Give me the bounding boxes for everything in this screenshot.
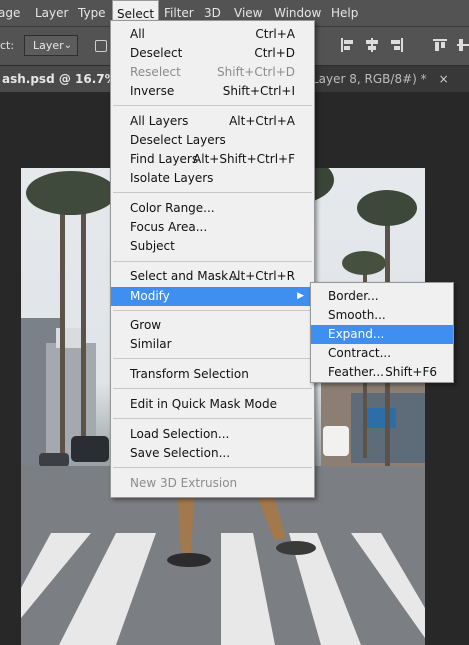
- menu-divider: [113, 358, 312, 359]
- submenu-item-contract[interactable]: Contract...: [311, 344, 453, 363]
- menu-item-shortcut: Shift+Ctrl+I: [222, 84, 295, 98]
- menu-item-label: Subject: [130, 239, 175, 253]
- menu-item-shortcut: Alt+Shift+Ctrl+F: [193, 152, 295, 166]
- menu-item-shortcut: Ctrl+D: [254, 46, 295, 60]
- menu-item-reselect: Reselect Shift+Ctrl+D: [111, 63, 314, 82]
- menu-item-inverse[interactable]: Inverse Shift+Ctrl+I: [111, 82, 314, 101]
- menu-divider: [113, 388, 312, 389]
- submenu-item-border[interactable]: Border...: [311, 287, 453, 306]
- submenu-item-expand[interactable]: Expand...: [311, 325, 453, 344]
- menu-item-label: Isolate Layers: [130, 171, 214, 185]
- align-top-icon[interactable]: [432, 37, 448, 53]
- menu-item-label: Save Selection...: [130, 446, 231, 460]
- submenu-item-shortcut: Shift+F6: [385, 365, 437, 379]
- menu-item-shortcut: Ctrl+A: [255, 27, 295, 41]
- menu-item-shortcut: Shift+Ctrl+D: [217, 65, 295, 79]
- menu-divider: [113, 261, 312, 262]
- align-right-icon[interactable]: [388, 37, 404, 53]
- menu-item-save-selection[interactable]: Save Selection...: [111, 444, 314, 463]
- menu-item-label: Focus Area...: [130, 220, 208, 234]
- menu-item-load-selection[interactable]: Load Selection...: [111, 425, 314, 444]
- menu-item-similar[interactable]: Similar: [111, 335, 314, 354]
- align-vcenter-icon[interactable]: [456, 37, 469, 53]
- menu-item-label: Reselect: [130, 65, 181, 79]
- menu-item-label: All Layers: [130, 114, 189, 128]
- menu-item-label: Edit in Quick Mask Mode: [130, 397, 277, 411]
- menu-item-label: Deselect Layers: [130, 133, 226, 147]
- menu-help[interactable]: Help: [331, 0, 358, 26]
- align-left-icon[interactable]: [340, 37, 356, 53]
- menu-divider: [113, 467, 312, 468]
- menu-item-all[interactable]: All Ctrl+A: [111, 25, 314, 44]
- menu-item-label: Find Layers: [130, 152, 199, 166]
- menu-divider: [113, 105, 312, 106]
- auto-select-label: ct:: [0, 39, 15, 52]
- menu-item-shortcut: Alt+Ctrl+R: [228, 269, 295, 283]
- menu-item-label: Select and Mask...: [130, 269, 240, 283]
- menu-item-label: Deselect: [130, 46, 183, 60]
- menu-divider: [113, 310, 312, 311]
- align-center-icon[interactable]: [364, 37, 380, 53]
- menu-item-deselect[interactable]: Deselect Ctrl+D: [111, 44, 314, 63]
- tab-other-title: Layer 8, RGB/8#) *: [312, 72, 427, 86]
- submenu-item-smooth[interactable]: Smooth...: [311, 306, 453, 325]
- menu-item-label: All: [130, 27, 145, 41]
- menu-item-label: Similar: [130, 337, 172, 351]
- menu-item-label: Grow: [130, 318, 162, 332]
- submenu-item-feather[interactable]: Feather... Shift+F6: [311, 363, 453, 382]
- modify-submenu: Border... Smooth... Expand... Contract..…: [310, 282, 454, 383]
- menu-layer[interactable]: Layer: [35, 0, 68, 26]
- menu-item-new-3d-extrusion: New 3D Extrusion: [111, 474, 314, 493]
- menu-item-color-range[interactable]: Color Range...: [111, 199, 314, 218]
- submenu-item-label: Contract...: [328, 346, 392, 360]
- menu-item-shortcut: Alt+Ctrl+A: [229, 114, 295, 128]
- menu-item-grow[interactable]: Grow: [111, 316, 314, 335]
- menu-item-label: Modify: [130, 289, 170, 303]
- close-icon[interactable]: ×: [439, 72, 449, 86]
- menu-item-transform-selection[interactable]: Transform Selection: [111, 365, 314, 384]
- menu-item-deselect-layers[interactable]: Deselect Layers: [111, 131, 314, 150]
- select-menu-dropdown: All Ctrl+A Deselect Ctrl+D Reselect Shif…: [110, 20, 315, 498]
- menu-item-label: Color Range...: [130, 201, 215, 215]
- menu-item-all-layers[interactable]: All Layers Alt+Ctrl+A: [111, 112, 314, 131]
- menu-item-modify[interactable]: Modify ▶: [111, 287, 314, 306]
- menu-item-isolate-layers[interactable]: Isolate Layers: [111, 169, 314, 188]
- chevron-down-icon: ⌄: [63, 40, 72, 51]
- submenu-item-label: Smooth...: [328, 308, 386, 322]
- menu-item-find-layers[interactable]: Find Layers Alt+Shift+Ctrl+F: [111, 150, 314, 169]
- menu-divider: [113, 192, 312, 193]
- submenu-item-label: Expand...: [328, 327, 385, 341]
- submenu-arrow-icon: ▶: [297, 291, 304, 301]
- menu-item-label: New 3D Extrusion: [130, 476, 238, 490]
- auto-select-dropdown[interactable]: Layer ⌄: [24, 35, 78, 56]
- menu-item-label: Load Selection...: [130, 427, 230, 441]
- auto-select-value: Layer: [33, 39, 64, 52]
- menu-image[interactable]: age: [0, 0, 20, 26]
- menu-type[interactable]: Type: [78, 0, 106, 26]
- submenu-item-label: Border...: [328, 289, 379, 303]
- menu-item-quick-mask[interactable]: Edit in Quick Mask Mode: [111, 395, 314, 414]
- menu-item-subject[interactable]: Subject: [111, 237, 314, 256]
- menu-item-select-and-mask[interactable]: Select and Mask... Alt+Ctrl+R: [111, 267, 314, 286]
- menu-item-label: Transform Selection: [130, 367, 249, 381]
- menu-item-label: Inverse: [130, 84, 175, 98]
- submenu-item-label: Feather...: [328, 365, 384, 379]
- menu-divider: [113, 418, 312, 419]
- menu-item-focus-area[interactable]: Focus Area...: [111, 218, 314, 237]
- tab-other-document[interactable]: Layer 8, RGB/8#) * ×: [312, 66, 449, 92]
- transform-controls-checkbox[interactable]: [95, 40, 107, 52]
